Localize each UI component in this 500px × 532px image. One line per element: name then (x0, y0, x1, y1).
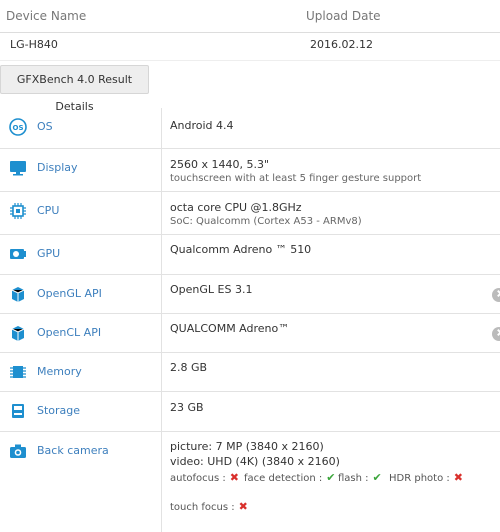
memory-icon (10, 366, 26, 378)
check-icon: ✔ (326, 471, 336, 484)
svg-text:OS: OS (13, 124, 24, 132)
feature-touch-focus: touch focus : ✖ (170, 500, 248, 513)
camera-icon (10, 444, 26, 458)
cross-icon: ✖ (229, 471, 239, 484)
spec-label-storage: Storage (37, 404, 81, 417)
feature-label: flash : (338, 473, 369, 484)
display-icon (10, 161, 26, 176)
expand-toggle-icon[interactable] (492, 327, 500, 341)
spec-value-display: 2560 x 1440, 5.3" (170, 158, 270, 171)
cpu-icon (10, 203, 26, 219)
cross-icon: ✖ (238, 500, 248, 513)
spec-label-opengl: OpenGL API (37, 287, 102, 300)
spec-value-camera-video: video: UHD (4K) (3840 x 2160) (170, 455, 340, 468)
feature-label: HDR photo : (389, 473, 450, 484)
feature-autofocus: autofocus : ✖ (170, 471, 239, 484)
spec-value-memory: 2.8 GB (170, 361, 208, 374)
device-name-header: Device Name (6, 9, 87, 23)
expand-toggle-icon[interactable] (492, 288, 500, 302)
os-icon: OS (9, 118, 27, 136)
spec-row-cpu: CPU octa core CPU @1.8GHz SoC: Qualcomm … (0, 192, 500, 235)
spec-row-opencl: OpenCL API QUALCOMM Adreno™ (0, 314, 500, 353)
spec-label-os: OS (37, 120, 53, 133)
spec-label-cpu: CPU (37, 204, 60, 217)
upload-date: 2016.02.12 (310, 38, 373, 51)
feature-label: autofocus : (170, 473, 226, 484)
table-header: Device Name Upload Date (0, 0, 500, 33)
spec-row-os: OS OS Android 4.4 (0, 108, 500, 149)
feature-flash: flash : ✔ (338, 471, 382, 484)
spec-label-gpu: GPU (37, 247, 61, 260)
upload-date-header: Upload Date (306, 9, 381, 23)
spec-value-cpu: octa core CPU @1.8GHz (170, 201, 302, 214)
spec-label-memory: Memory (37, 365, 82, 378)
spec-row-back-camera: Back camera picture: 7 MP (3840 x 2160) … (0, 432, 500, 532)
result-details-button[interactable]: GFXBench 4.0 Result Details (0, 65, 149, 113)
spec-sub-display: touchscreen with at least 5 finger gestu… (170, 173, 422, 184)
spec-label-opencl: OpenCL API (37, 326, 102, 339)
feature-label: face detection : (244, 473, 323, 484)
spec-value-os: Android 4.4 (170, 119, 234, 132)
spec-value-opencl: QUALCOMM Adreno™ (170, 322, 290, 335)
opencl-icon (11, 326, 25, 341)
spec-row-memory: Memory 2.8 GB (0, 353, 500, 392)
device-name: LG-H840 (10, 38, 58, 51)
spec-value-gpu: Qualcomm Adreno ™ 510 (170, 243, 312, 256)
gpu-icon (10, 249, 26, 259)
device-row: LG-H840 2016.02.12 (0, 32, 500, 61)
spec-row-gpu: GPU Qualcomm Adreno ™ 510 (0, 235, 500, 275)
spec-value-storage: 23 GB (170, 401, 204, 414)
spec-label-back-camera: Back camera (37, 444, 109, 457)
check-icon: ✔ (372, 471, 382, 484)
feature-label: touch focus : (170, 502, 235, 513)
opengl-icon (11, 287, 25, 302)
spec-value-camera-picture: picture: 7 MP (3840 x 2160) (170, 440, 324, 453)
feature-hdr-photo: HDR photo : ✖ (389, 471, 463, 484)
storage-icon (12, 404, 24, 418)
spec-value-opengl: OpenGL ES 3.1 (170, 283, 253, 296)
spec-row-storage: Storage 23 GB (0, 392, 500, 432)
spec-label-display: Display (37, 161, 78, 174)
spec-row-opengl: OpenGL API OpenGL ES 3.1 (0, 275, 500, 314)
feature-face-detection: face detection : ✔ (244, 471, 335, 484)
cross-icon: ✖ (453, 471, 463, 484)
spec-sub-cpu: SoC: Qualcomm (Cortex A53 - ARMv8) (170, 216, 362, 227)
spec-row-display: Display 2560 x 1440, 5.3" touchscreen wi… (0, 149, 500, 192)
